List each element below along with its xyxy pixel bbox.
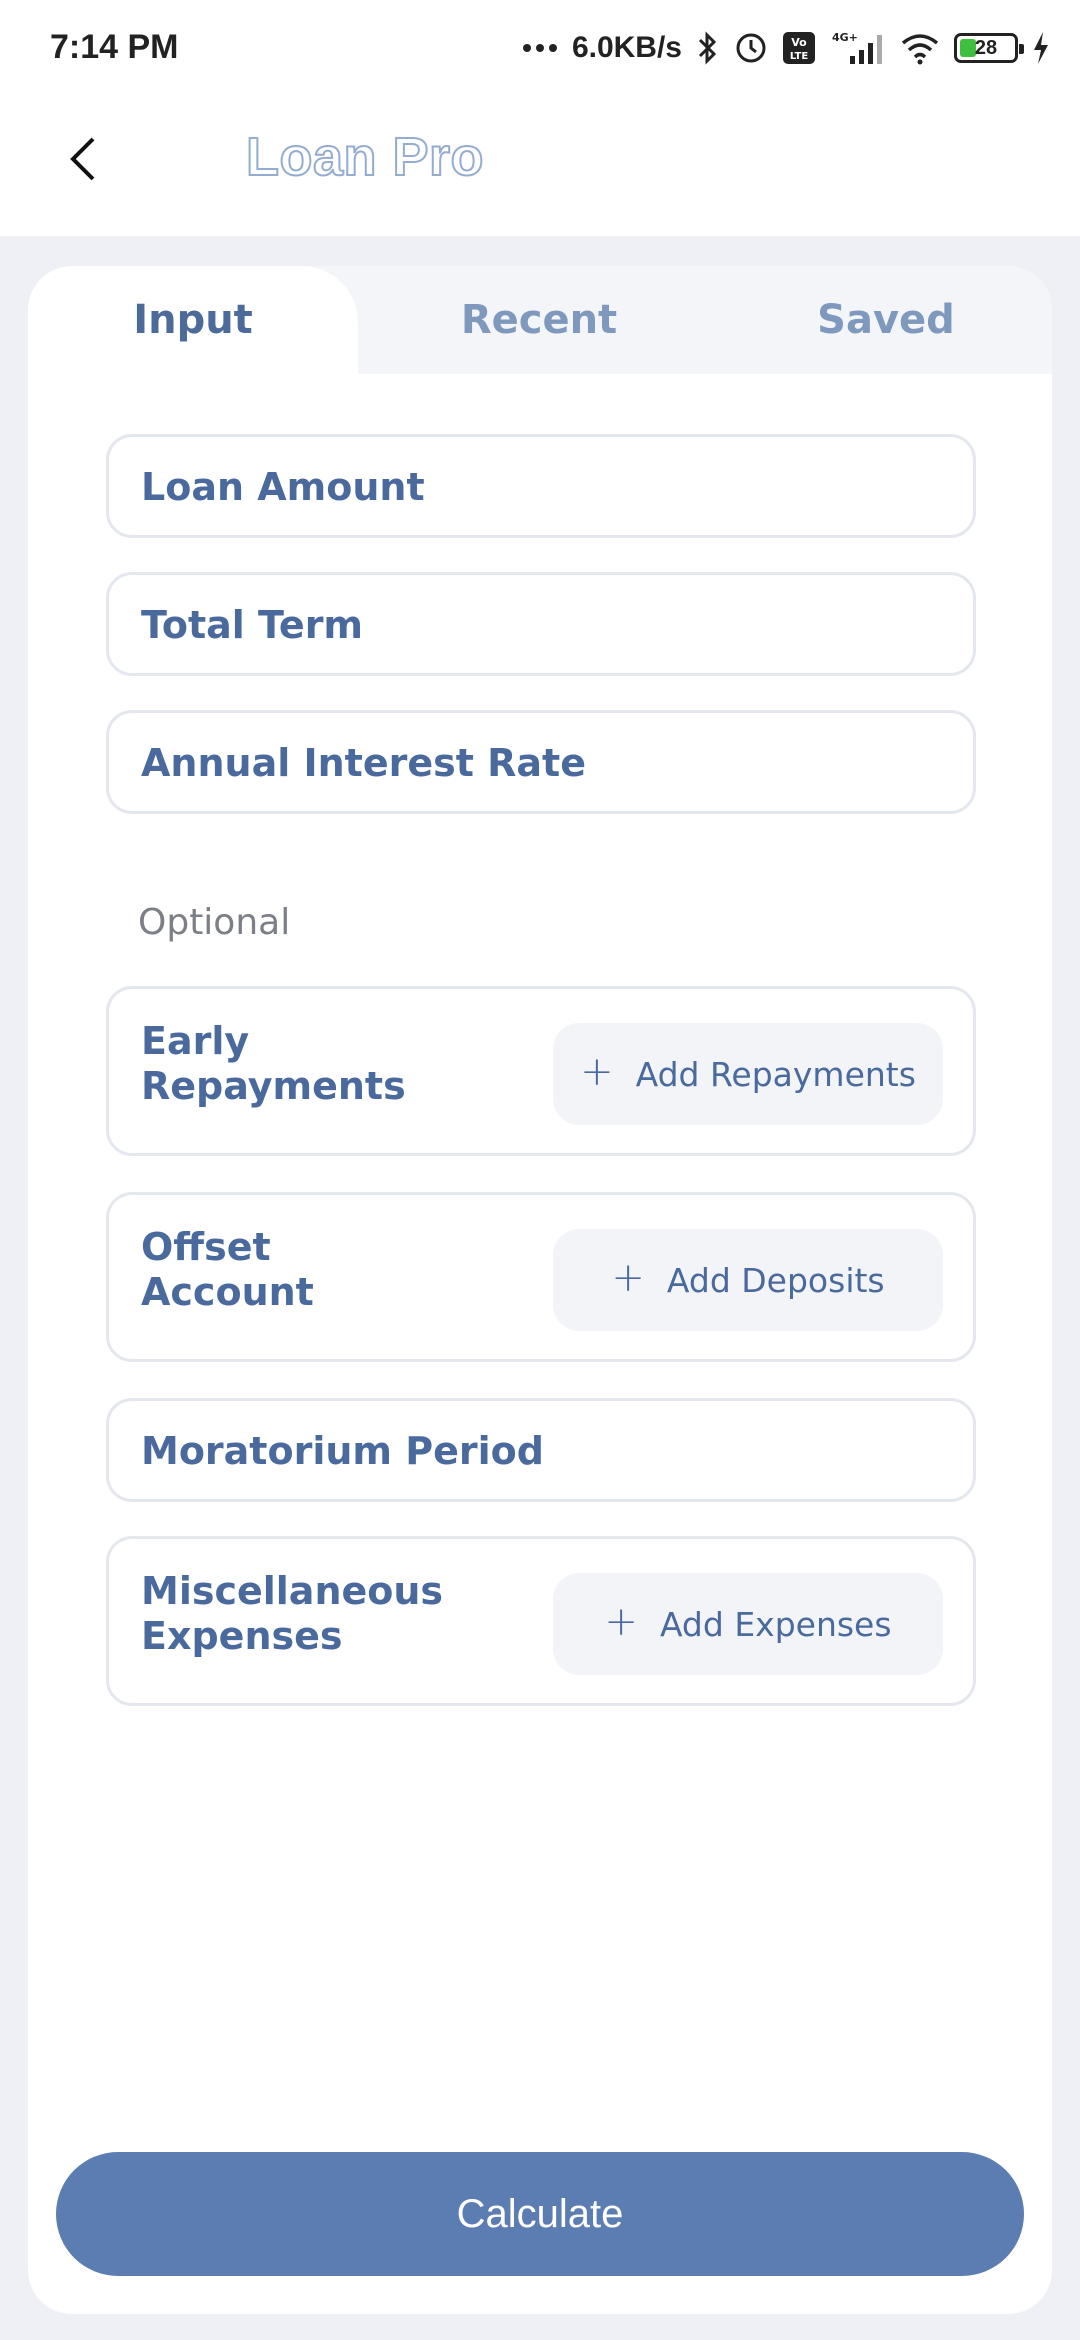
alarm-icon bbox=[734, 31, 768, 65]
tab-saved[interactable]: Saved bbox=[720, 266, 1052, 374]
battery-level: 28 bbox=[974, 36, 998, 59]
misc-expenses-label-line2: Expenses bbox=[141, 1614, 343, 1658]
app-bar: Loan Pro bbox=[0, 96, 1080, 236]
net-speed: 6.0KB/s bbox=[571, 31, 682, 64]
status-time: 7:14 PM bbox=[50, 28, 179, 66]
optional-heading: Optional bbox=[138, 902, 291, 943]
battery-icon: 28 bbox=[954, 33, 1024, 63]
input-card: Input Recent Saved Loan Amount Total Ter… bbox=[28, 266, 1052, 2314]
add-repayments-button[interactable]: + Add Repayments bbox=[553, 1023, 943, 1125]
loan-amount-field[interactable]: Loan Amount bbox=[106, 434, 976, 538]
svg-text:LTE: LTE bbox=[790, 51, 809, 62]
loan-amount-label: Loan Amount bbox=[141, 465, 425, 509]
svg-text:Vo: Vo bbox=[791, 36, 807, 49]
calculate-button[interactable]: Calculate bbox=[56, 2152, 1024, 2276]
volte-icon: Vo LTE bbox=[782, 31, 816, 65]
chevron-left-icon bbox=[70, 137, 95, 181]
add-expenses-button[interactable]: + Add Expenses bbox=[553, 1573, 943, 1675]
add-deposits-button[interactable]: + Add Deposits bbox=[553, 1229, 943, 1331]
tab-recent[interactable]: Recent bbox=[358, 266, 720, 374]
early-repayments-label: Early Repayments bbox=[141, 1019, 441, 1109]
annual-interest-rate-field[interactable]: Annual Interest Rate bbox=[106, 710, 976, 814]
plus-icon: + bbox=[611, 1255, 645, 1301]
bluetooth-icon bbox=[696, 30, 720, 66]
misc-expenses-row: Miscellaneous Expenses + Add Expenses bbox=[106, 1536, 976, 1706]
plus-icon: + bbox=[604, 1599, 638, 1645]
charging-icon bbox=[1032, 31, 1050, 65]
svg-text:4G+: 4G+ bbox=[832, 31, 858, 44]
early-repayments-label-line1: Early bbox=[141, 1019, 250, 1063]
status-icons: 6.0KB/s Vo LTE 4G+ 28 bbox=[522, 26, 1050, 70]
moratorium-period-label: Moratorium Period bbox=[141, 1429, 544, 1473]
plus-icon: + bbox=[580, 1049, 614, 1095]
moratorium-period-field[interactable]: Moratorium Period bbox=[106, 1398, 976, 1502]
app-title: Loan Pro bbox=[245, 126, 485, 188]
back-button[interactable] bbox=[50, 126, 116, 192]
status-bar: 7:14 PM 6.0KB/s Vo LTE 4G+ 28 bbox=[0, 0, 1080, 96]
total-term-field[interactable]: Total Term bbox=[106, 572, 976, 676]
misc-expenses-label-line1: Miscellaneous bbox=[141, 1569, 444, 1613]
tab-input[interactable]: Input bbox=[28, 266, 358, 374]
total-term-label: Total Term bbox=[141, 603, 364, 647]
add-repayments-label: Add Repayments bbox=[635, 1054, 916, 1094]
dots-icon bbox=[522, 43, 558, 53]
add-expenses-label: Add Expenses bbox=[659, 1604, 892, 1644]
wifi-icon bbox=[900, 31, 940, 65]
annual-interest-rate-label: Annual Interest Rate bbox=[141, 741, 586, 785]
offset-account-label-line1: Offset bbox=[141, 1225, 271, 1269]
misc-expenses-label: Miscellaneous Expenses bbox=[141, 1569, 444, 1659]
offset-account-label: Offset Account bbox=[141, 1225, 441, 1315]
signal-icon: 4G+ bbox=[830, 30, 886, 66]
early-repayments-label-line2: Repayments bbox=[141, 1064, 406, 1108]
tab-bar: Input Recent Saved bbox=[28, 266, 1052, 374]
offset-account-row: Offset Account + Add Deposits bbox=[106, 1192, 976, 1362]
add-deposits-label: Add Deposits bbox=[666, 1260, 885, 1300]
offset-account-label-line2: Account bbox=[141, 1270, 314, 1314]
early-repayments-row: Early Repayments + Add Repayments bbox=[106, 986, 976, 1156]
